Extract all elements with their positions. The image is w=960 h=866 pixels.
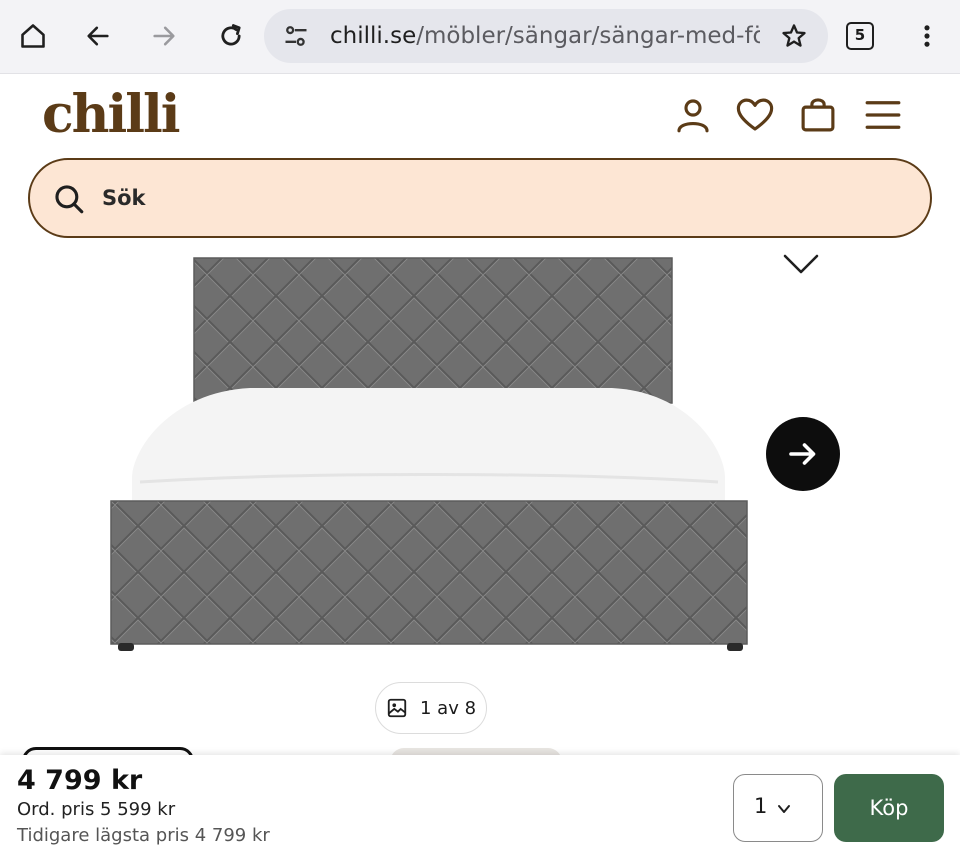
home-button[interactable] <box>13 14 53 58</box>
user-icon[interactable] <box>672 94 714 136</box>
price: 4 799 kr <box>17 765 143 796</box>
search-icon <box>55 185 84 214</box>
image-icon <box>387 698 407 718</box>
heart-icon[interactable] <box>734 94 776 136</box>
image-counter[interactable]: 1 av 8 <box>375 682 487 734</box>
search-bar[interactable] <box>28 158 932 238</box>
next-image-button[interactable] <box>766 417 840 491</box>
address-bar[interactable]: chilli.se/möbler/sängar/sängar-med-förva… <box>264 9 828 63</box>
site-logo[interactable]: chilli <box>42 84 180 145</box>
buy-button[interactable]: Köp <box>834 774 944 842</box>
site-settings-icon[interactable] <box>282 22 310 50</box>
image-counter-text: 1 av 8 <box>419 697 477 719</box>
arrow-right-icon <box>153 26 175 46</box>
quantity-select[interactable]: 1 <box>733 774 823 842</box>
browser-toolbar: chilli.se/möbler/sängar/sängar-med-förva… <box>0 0 960 74</box>
forward-button[interactable] <box>144 14 184 58</box>
arrow-left-icon <box>87 26 109 46</box>
arrow-right-icon <box>789 443 816 465</box>
lowest-price: Tidigare lägsta pris 4 799 kr <box>17 825 270 846</box>
ordinary-price: Ord. pris 5 599 kr <box>17 799 176 820</box>
url-text: chilli.se/möbler/sängar/sängar-med-förva… <box>330 9 760 63</box>
search-input[interactable] <box>102 178 882 218</box>
reload-icon <box>221 24 241 46</box>
star-icon[interactable] <box>780 22 808 50</box>
shopping-bag-icon[interactable] <box>797 94 839 136</box>
more-options-icon[interactable] <box>912 22 942 50</box>
url-path: /möbler/sängar/sängar-med-förvar <box>416 23 760 49</box>
menu-icon[interactable] <box>862 94 904 136</box>
chevron-down-icon[interactable] <box>780 250 822 278</box>
purchase-bar: 4 799 kr Ord. pris 5 599 kr Tidigare läg… <box>0 755 960 866</box>
tab-switcher-button[interactable]: 5 <box>846 22 874 50</box>
back-button[interactable] <box>78 14 118 58</box>
reload-button[interactable] <box>211 14 251 58</box>
chevron-down-icon <box>778 805 790 813</box>
quantity-value: 1 <box>754 794 768 818</box>
url-host: chilli.se <box>330 23 417 49</box>
home-icon <box>21 24 45 48</box>
